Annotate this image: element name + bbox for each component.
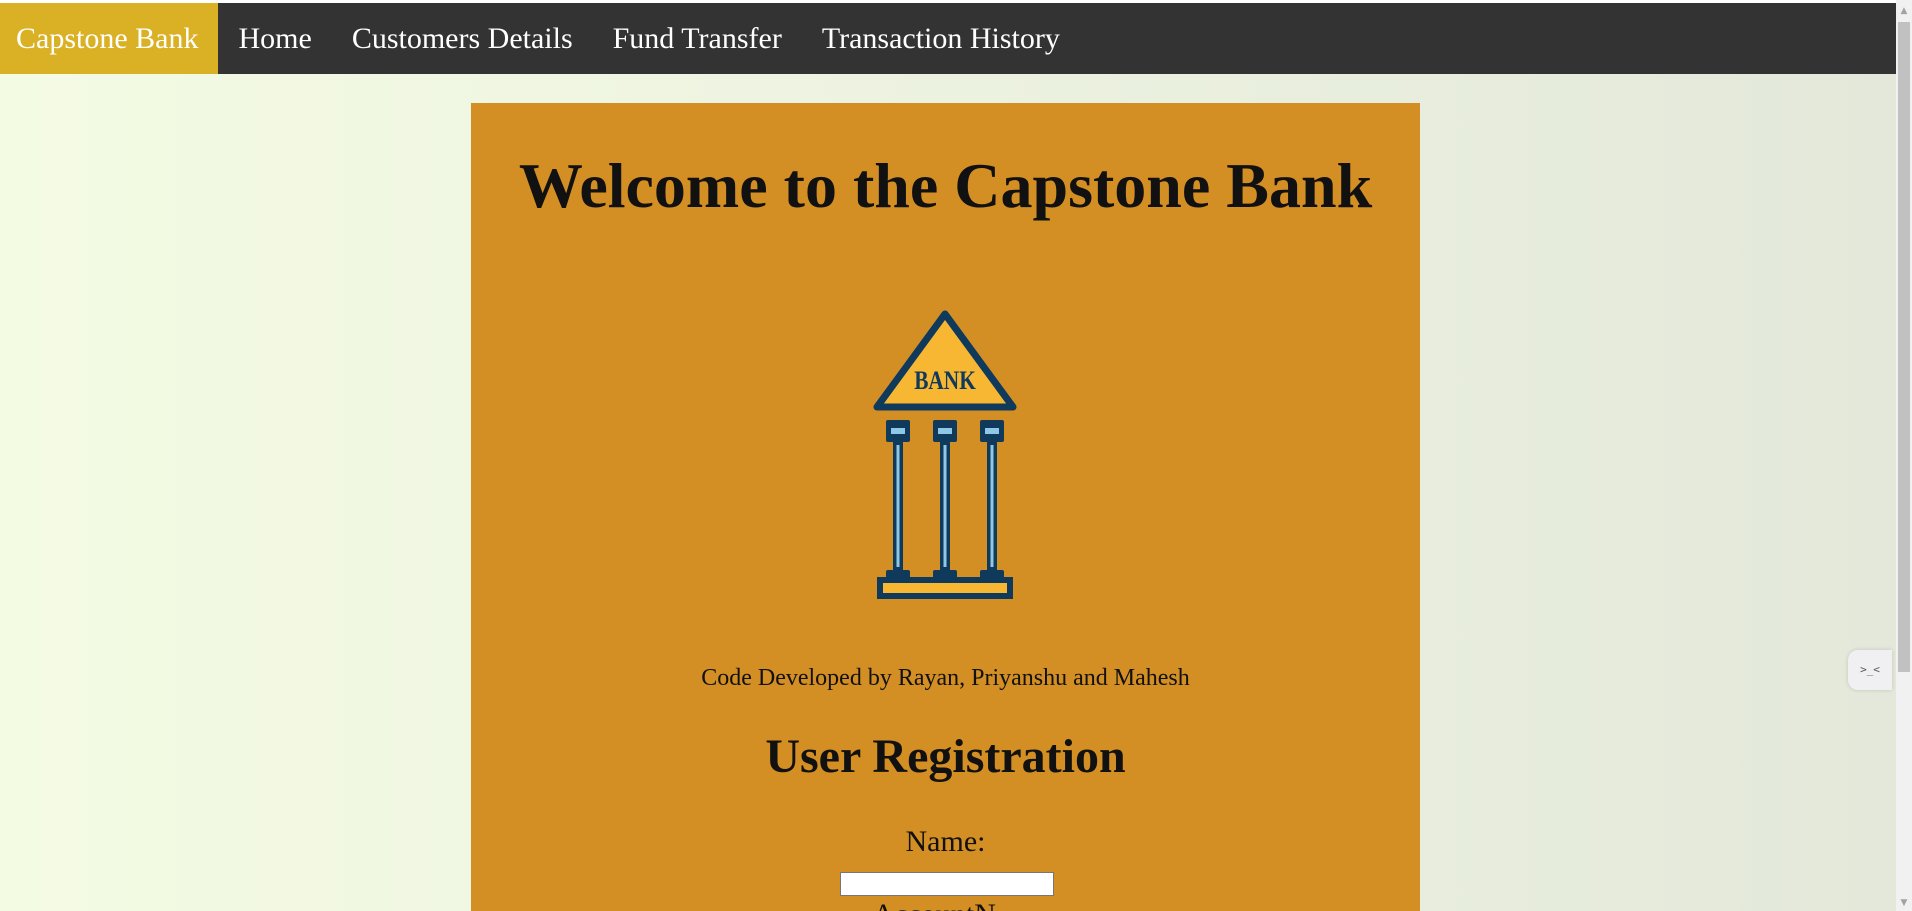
- top-navbar: Capstone Bank Home Customers Details Fun…: [0, 3, 1896, 74]
- nav-customers-details-link[interactable]: Customers Details: [332, 3, 593, 74]
- page-scrollbar[interactable]: ▲ ▼: [1896, 0, 1912, 911]
- scrollbar-thumb[interactable]: [1898, 22, 1910, 672]
- logo-text: BANK: [914, 367, 976, 395]
- nav-transaction-history-link[interactable]: Transaction History: [802, 3, 1080, 74]
- name-input[interactable]: [840, 872, 1054, 896]
- welcome-card: Welcome to the Capstone Bank BANK Code D…: [471, 103, 1420, 911]
- nav-fund-transfer-link[interactable]: Fund Transfer: [593, 3, 802, 74]
- bank-logo-icon: BANK: [873, 310, 1017, 599]
- nav-home-link[interactable]: Home: [218, 3, 331, 74]
- account-number-label: AccountN...: [471, 898, 1420, 911]
- name-label: Name:: [905, 825, 986, 858]
- registration-heading: User Registration: [765, 730, 1126, 783]
- page-title: Welcome to the Capstone Bank: [518, 150, 1373, 221]
- extension-widget[interactable]: >_<: [1848, 650, 1892, 690]
- developer-credit: Code Developed by Rayan, Priyanshu and M…: [701, 665, 1190, 691]
- scroll-down-arrow-icon[interactable]: ▼: [1896, 895, 1912, 911]
- scroll-up-arrow-icon[interactable]: ▲: [1896, 3, 1912, 19]
- nav-brand-link[interactable]: Capstone Bank: [0, 3, 219, 74]
- face-icon: >_<: [1860, 663, 1880, 676]
